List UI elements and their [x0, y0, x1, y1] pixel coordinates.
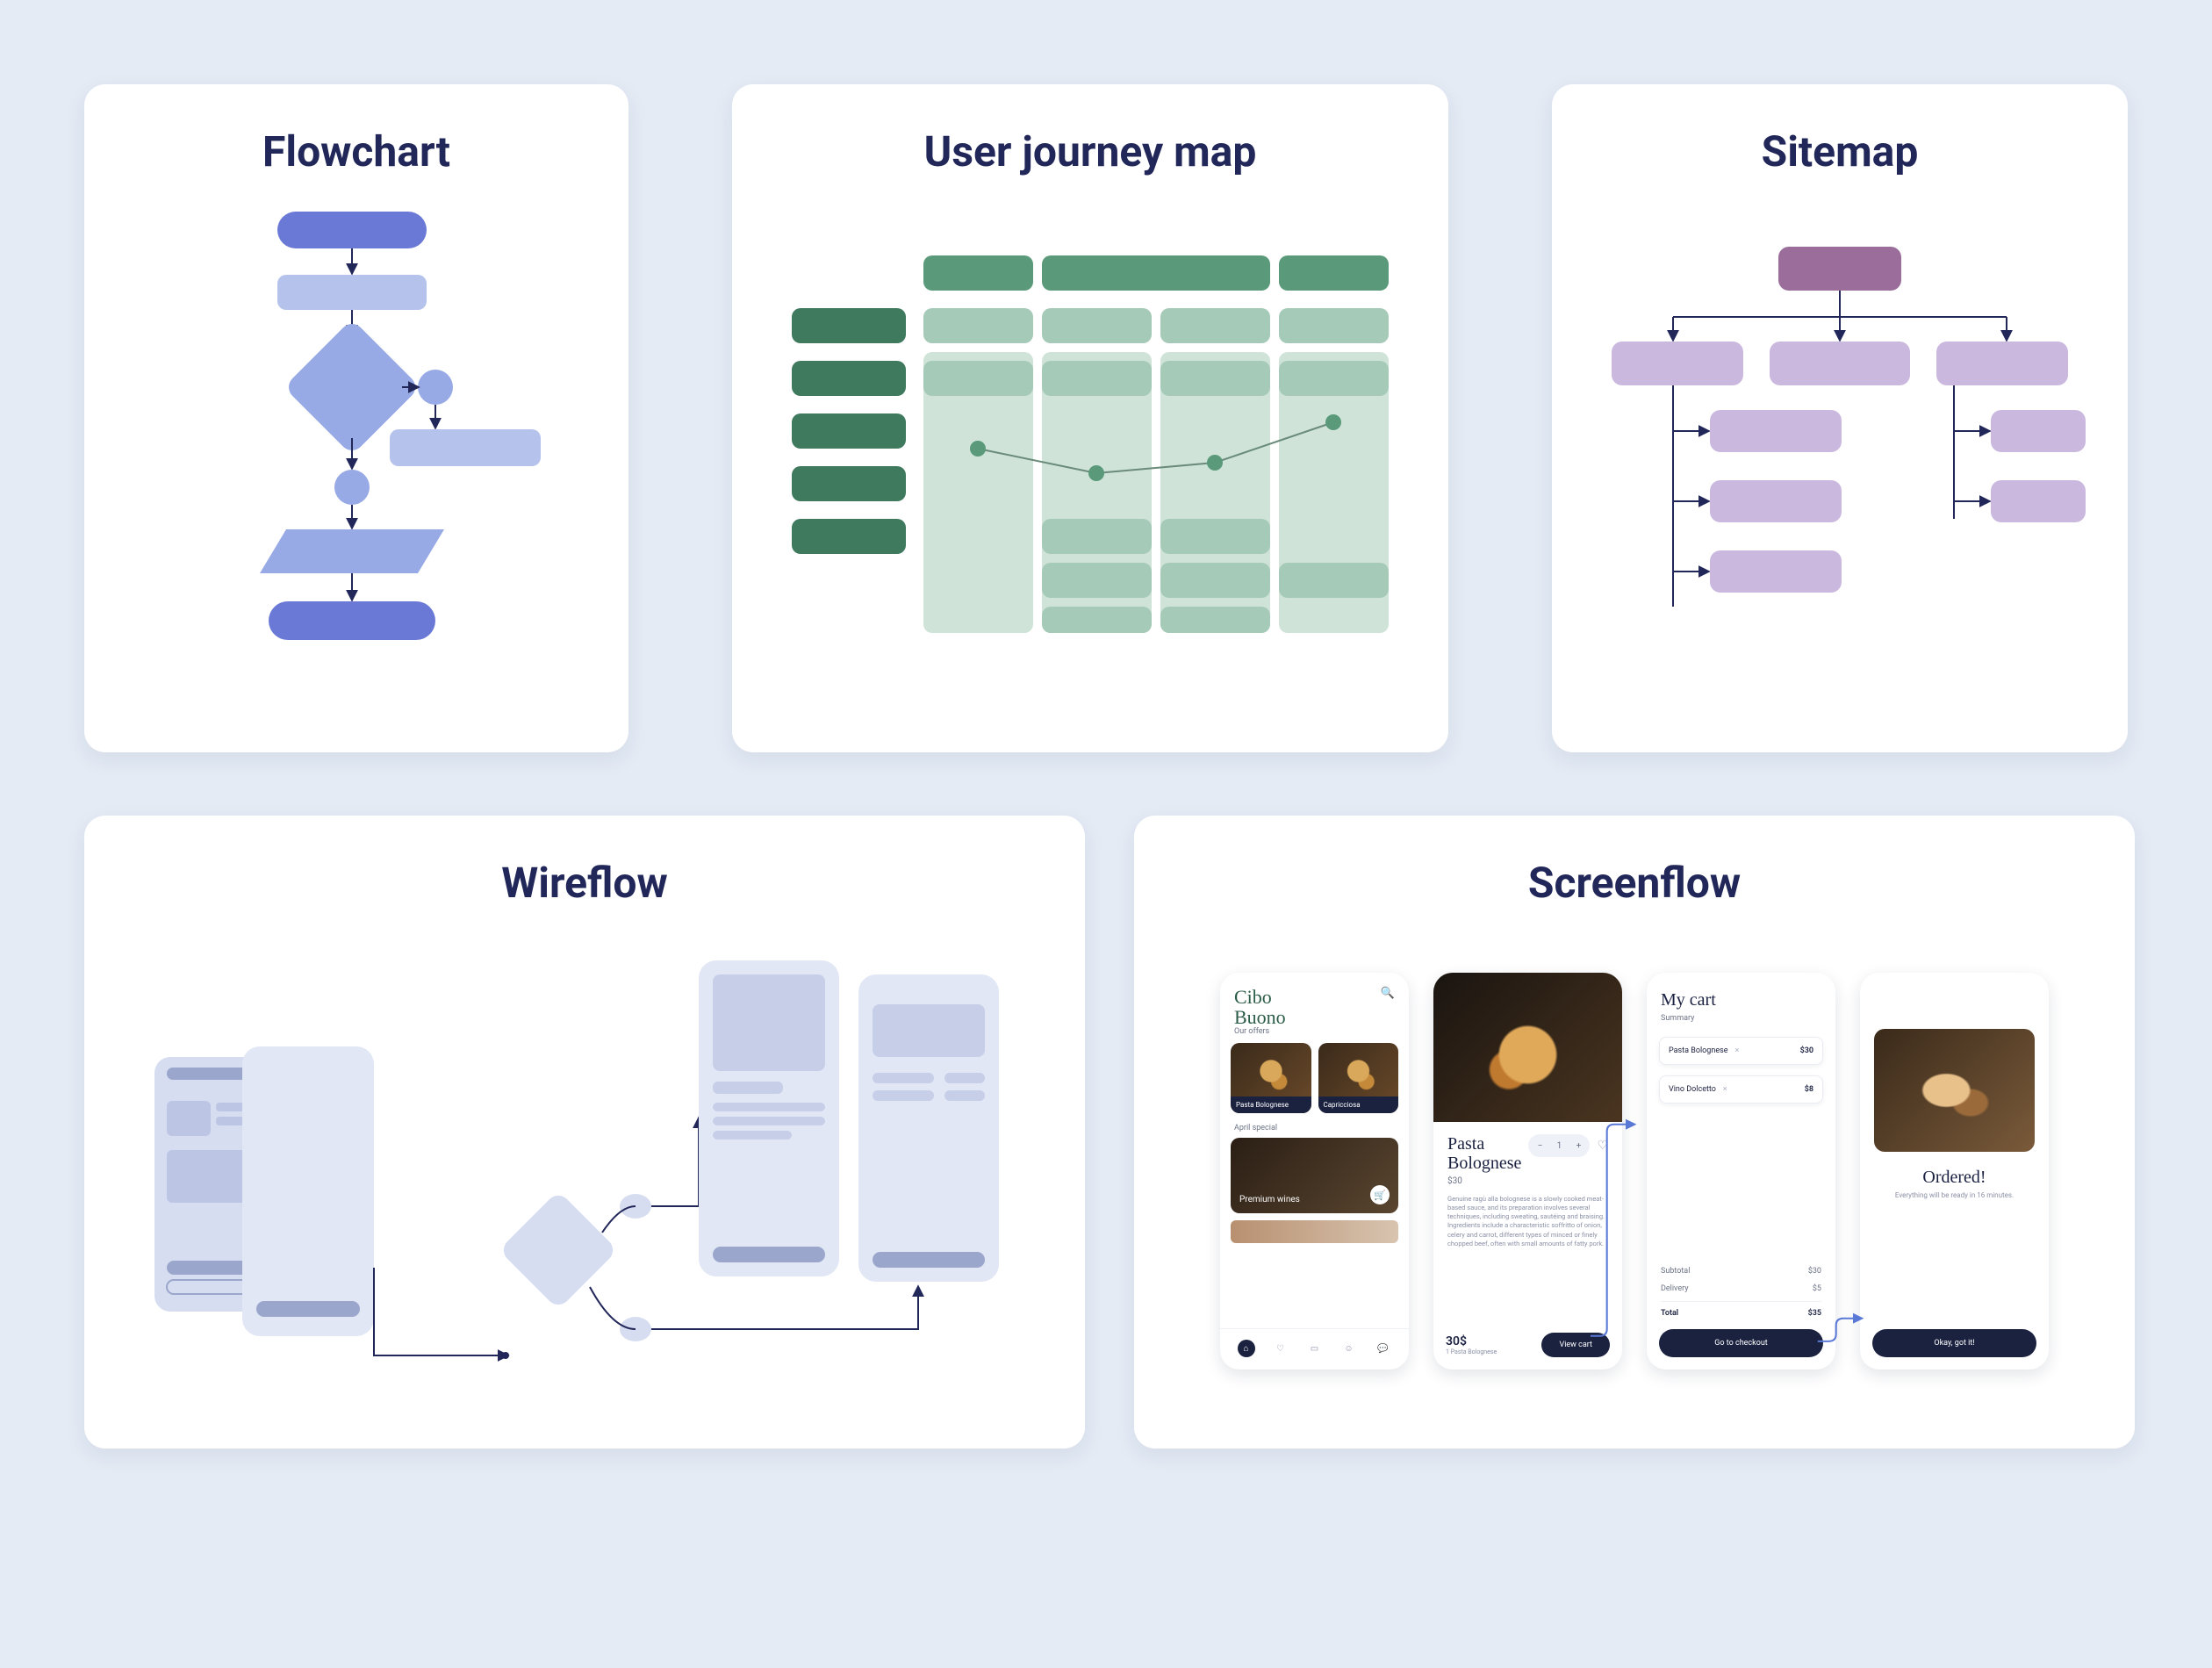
card-screenflow: Screenflow Cibo Buono 🔍 Our offers: [1134, 816, 2135, 1449]
dish-hero-image: [1433, 973, 1622, 1122]
footer-total-sub: 1 Pasta Bolognese: [1446, 1348, 1497, 1355]
cart-summary-label: Summary: [1647, 1014, 1835, 1032]
card-title-sitemap: Sitemap: [1762, 126, 1919, 176]
promo-strip: [1231, 1220, 1398, 1243]
dish-price: $30: [1447, 1176, 1521, 1186]
cart-item1-price: $30: [1800, 1046, 1813, 1055]
total-value: $35: [1808, 1309, 1821, 1318]
screenflow-illustration: Cibo Buono 🔍 Our offers Pasta Bolognese: [1176, 943, 2093, 1399]
dish-title-line2: Bolognese: [1447, 1154, 1521, 1173]
section-our-offers: Our offers: [1220, 1027, 1409, 1043]
checkout-button[interactable]: Go to checkout: [1659, 1329, 1823, 1357]
card-user-journey-map: User journey map: [732, 84, 1448, 752]
special-premium-wines[interactable]: Premium wines 🛒: [1231, 1138, 1398, 1213]
dish-description: Genuine ragù alla bolognese is a slowly …: [1447, 1195, 1608, 1248]
view-cart-button[interactable]: View cart: [1541, 1333, 1610, 1357]
flowchart-svg: [172, 212, 541, 703]
dish-title-line1: Pasta: [1447, 1134, 1521, 1154]
card-wireflow: Wireflow: [84, 816, 1085, 1449]
confirmation-image: [1874, 1029, 2035, 1152]
cart-row-1: Pasta Bolognese × $30: [1659, 1037, 1823, 1065]
sitemap-illustration: [1594, 212, 2086, 703]
screenflow-phone-home: Cibo Buono 🔍 Our offers Pasta Bolognese: [1220, 973, 1409, 1370]
subtotal-value: $30: [1808, 1267, 1821, 1276]
cart-item2-remove-icon[interactable]: ×: [1723, 1085, 1727, 1094]
nav-favorites-icon[interactable]: ♡: [1272, 1340, 1289, 1357]
nav-profile-icon[interactable]: ☺: [1340, 1340, 1358, 1357]
cart-totals: Subtotal $30 Delivery $5 Total $35: [1647, 1262, 1835, 1329]
card-title-flowchart: Flowchart: [262, 126, 450, 176]
delivery-label: Delivery: [1661, 1284, 1689, 1293]
footer-total-price: 30$: [1446, 1334, 1497, 1348]
section-april-special: April special: [1220, 1113, 1409, 1138]
wireflow-illustration: [126, 943, 1043, 1399]
sitemap-svg: [1594, 247, 2086, 668]
cart-item2-name: Vino Dolcetto: [1669, 1085, 1716, 1094]
offer-pasta-bolognese[interactable]: Pasta Bolognese: [1231, 1043, 1311, 1113]
subtotal-label: Subtotal: [1661, 1267, 1690, 1276]
confirmation-subtitle: Everything will be ready in 16 minutes.: [1860, 1191, 2049, 1199]
card-title-wireflow: Wireflow: [501, 858, 668, 908]
bottom-nav: ⌂ ♡ ▭ ☺ 💬: [1220, 1328, 1409, 1370]
cart-icon[interactable]: 🛒: [1370, 1185, 1390, 1204]
total-label: Total: [1661, 1309, 1678, 1318]
journey-svg: [774, 255, 1406, 659]
confirmation-ok-button[interactable]: Okay, got it!: [1872, 1329, 2036, 1357]
brand-line1: Cibo: [1234, 987, 1286, 1007]
card-flowchart: Flowchart: [84, 84, 628, 752]
offer-thumbs: Pasta Bolognese Capricciosa: [1220, 1043, 1409, 1113]
offer-capricciosa[interactable]: Capricciosa: [1318, 1043, 1399, 1113]
nav-orders-icon[interactable]: ▭: [1306, 1340, 1324, 1357]
card-sitemap: Sitemap: [1552, 84, 2128, 752]
quantity-stepper[interactable]: −1+: [1528, 1134, 1590, 1157]
cart-row-2: Vino Dolcetto × $8: [1659, 1075, 1823, 1104]
nav-chat-icon[interactable]: 💬: [1375, 1340, 1392, 1357]
confirmation-title: Ordered!: [1860, 1168, 2049, 1188]
favorite-icon[interactable]: ♡: [1597, 1139, 1608, 1153]
offer-caption-1: Pasta Bolognese: [1231, 1096, 1311, 1113]
cart-item2-price: $8: [1805, 1085, 1813, 1094]
flowchart-illustration: [126, 212, 586, 703]
screenflow-phones: Cibo Buono 🔍 Our offers Pasta Bolognese: [1176, 964, 2093, 1378]
card-title-screenflow: Screenflow: [1528, 858, 1741, 908]
brand-line2: Buono: [1234, 1007, 1286, 1027]
screenflow-phone-detail: Pasta Bolognese $30 −1+ ♡ Genuine ragù a…: [1433, 973, 1622, 1370]
cart-item1-remove-icon[interactable]: ×: [1735, 1046, 1740, 1055]
cart-title: My cart: [1647, 973, 1835, 1014]
offer-caption-2: Capricciosa: [1318, 1096, 1399, 1113]
cart-item1-name: Pasta Bolognese: [1669, 1046, 1728, 1055]
journey-illustration: [774, 212, 1406, 703]
special-caption: Premium wines: [1239, 1195, 1300, 1204]
nav-home-icon[interactable]: ⌂: [1238, 1340, 1255, 1357]
screenflow-phone-confirm: Ordered! Everything will be ready in 16 …: [1860, 973, 2049, 1370]
search-icon[interactable]: 🔍: [1381, 987, 1395, 1000]
wireflow-svg: [128, 943, 1041, 1399]
screenflow-phone-cart: My cart Summary Pasta Bolognese × $30 Vi…: [1647, 973, 1835, 1370]
delivery-value: $5: [1813, 1284, 1821, 1293]
card-title-journey: User journey map: [924, 126, 1257, 176]
